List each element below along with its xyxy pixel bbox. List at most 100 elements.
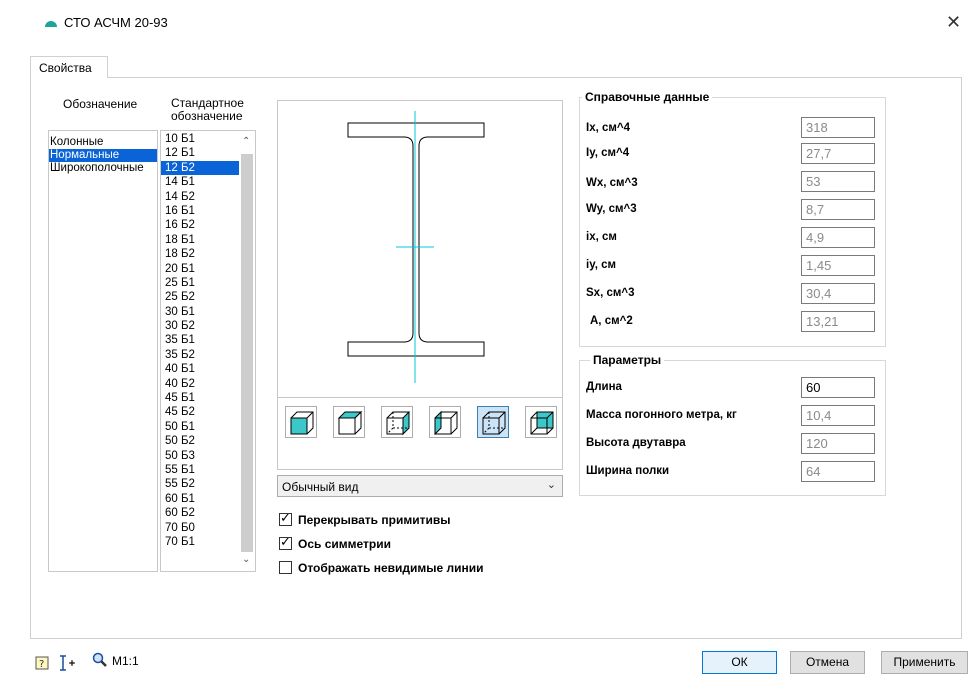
checkbox-label: Перекрывать примитивы bbox=[298, 513, 451, 527]
scroll-down-icon[interactable]: ⌄ bbox=[242, 554, 250, 565]
ref-label: Iy, см^4 bbox=[586, 147, 630, 159]
ref-label: Wy, см^3 bbox=[586, 203, 637, 215]
chevron-down-icon: ⌄ bbox=[546, 478, 556, 491]
param-label: Ширина полки bbox=[586, 465, 670, 477]
view-top-icon[interactable] bbox=[333, 406, 365, 438]
list-item[interactable]: 45 Б2 bbox=[161, 405, 239, 419]
ref-value-field: 13,21 bbox=[801, 311, 875, 332]
list-item[interactable]: 55 Б1 bbox=[161, 463, 239, 477]
ref-label: Wx, см^3 bbox=[586, 177, 638, 189]
list-item[interactable]: 50 Б2 bbox=[161, 434, 239, 448]
list-item[interactable]: 25 Б1 bbox=[161, 276, 239, 290]
list-item[interactable]: 18 Б1 bbox=[161, 233, 239, 247]
list-item[interactable]: 50 Б3 bbox=[161, 449, 239, 463]
list-item[interactable]: 16 Б2 bbox=[161, 218, 239, 232]
ref-label: iy, см bbox=[586, 259, 617, 271]
list-item[interactable]: 12 Б2 bbox=[161, 160, 239, 176]
symmetry-axis-checkbox[interactable]: ✓ Ось симметрии bbox=[279, 535, 391, 551]
cancel-button[interactable]: Отмена bbox=[790, 651, 865, 674]
list-item[interactable]: 20 Б1 bbox=[161, 262, 239, 276]
list-item[interactable]: 55 Б2 bbox=[161, 477, 239, 491]
zoom-icon[interactable] bbox=[92, 652, 108, 668]
list-item[interactable]: 35 Б2 bbox=[161, 348, 239, 362]
scroll-up-icon[interactable]: ⌃ bbox=[242, 136, 250, 147]
list-item[interactable]: 10 Б1 bbox=[161, 132, 239, 146]
list-item[interactable]: 40 Б2 bbox=[161, 377, 239, 391]
tab-label: Свойства bbox=[39, 61, 92, 75]
flange-width-field: 64 bbox=[801, 461, 875, 482]
mass-per-meter-field: 10,4 bbox=[801, 405, 875, 426]
list-item[interactable]: Широкополочные bbox=[49, 162, 157, 175]
param-label: Длина bbox=[586, 381, 622, 393]
list-item[interactable]: 30 Б2 bbox=[161, 319, 239, 333]
list-item[interactable]: 50 Б1 bbox=[161, 420, 239, 434]
beam-height-field: 120 bbox=[801, 433, 875, 454]
checkbox-box[interactable]: ✓ bbox=[279, 511, 292, 526]
ref-value-field: 27,7 bbox=[801, 143, 875, 164]
view-mode-value: Обычный вид bbox=[282, 480, 359, 494]
list-item[interactable]: 12 Б1 bbox=[161, 146, 239, 160]
param-label: Масса погонного метра, кг bbox=[586, 409, 737, 421]
apply-button[interactable]: Применить bbox=[881, 651, 968, 674]
list-item[interactable]: 16 Б1 bbox=[161, 204, 239, 218]
list-item[interactable]: 18 Б2 bbox=[161, 247, 239, 261]
list-item[interactable]: 40 Б1 bbox=[161, 362, 239, 376]
designation-header: Обозначение bbox=[63, 97, 138, 111]
reference-data-title: Справочные данные bbox=[582, 90, 713, 104]
scrollbar[interactable]: ⌃ ⌄ bbox=[238, 130, 255, 571]
ref-label: Sx, см^3 bbox=[586, 287, 635, 299]
ref-value-field: 4,9 bbox=[801, 227, 875, 248]
length-field[interactable]: 60 bbox=[801, 377, 875, 398]
checkbox-label: Отображать невидимые линии bbox=[298, 561, 484, 575]
checkbox-box[interactable] bbox=[279, 561, 292, 574]
list-item[interactable]: 25 Б2 bbox=[161, 290, 239, 304]
view-back-icon[interactable] bbox=[525, 406, 557, 438]
ref-value-field: 8,7 bbox=[801, 199, 875, 220]
help-icon[interactable]: ? bbox=[35, 656, 49, 670]
scroll-thumb[interactable] bbox=[241, 154, 253, 552]
profile-preview bbox=[277, 100, 563, 398]
list-item[interactable]: 30 Б1 bbox=[161, 305, 239, 319]
list-item[interactable]: 35 Б1 bbox=[161, 333, 239, 347]
i-beam-drawing bbox=[347, 111, 485, 383]
param-label: Высота двутавра bbox=[586, 437, 686, 449]
ref-value-field: 1,45 bbox=[801, 255, 875, 276]
check-icon: ✓ bbox=[280, 535, 291, 550]
ref-label: ix, см bbox=[586, 231, 617, 243]
list-item[interactable]: 14 Б1 bbox=[161, 175, 239, 189]
svg-text:?: ? bbox=[39, 659, 44, 670]
app-logo-icon bbox=[45, 21, 57, 27]
ok-button[interactable]: ОК bbox=[702, 651, 777, 674]
tab-properties[interactable]: Свойства bbox=[30, 56, 108, 78]
view-mode-select[interactable]: Обычный вид ⌄ bbox=[277, 475, 563, 497]
list-item[interactable]: 70 Б0 bbox=[161, 521, 239, 535]
window-title: СТО АСЧМ 20-93 bbox=[64, 15, 168, 30]
standard-header: Стандартное обозначение bbox=[171, 96, 244, 123]
hidden-lines-checkbox[interactable]: Отображать невидимые линии bbox=[279, 561, 484, 575]
list-item[interactable]: 60 Б1 bbox=[161, 492, 239, 506]
list-item[interactable]: 45 Б1 bbox=[161, 391, 239, 405]
ref-label: Ix, см^4 bbox=[586, 122, 630, 134]
list-item[interactable]: Нормальные bbox=[49, 149, 157, 162]
view-left-icon[interactable] bbox=[429, 406, 461, 438]
ref-value-field: 53 bbox=[801, 171, 875, 192]
list-item[interactable]: 70 Б1 bbox=[161, 535, 239, 549]
check-icon: ✓ bbox=[280, 511, 291, 526]
ref-label: A, см^2 bbox=[590, 315, 633, 327]
list-item[interactable]: Колонные bbox=[49, 136, 157, 149]
checkbox-box[interactable]: ✓ bbox=[279, 535, 292, 550]
overlap-primitives-checkbox[interactable]: ✓ Перекрывать примитивы bbox=[279, 511, 451, 527]
view-front-icon[interactable] bbox=[285, 406, 317, 438]
close-icon[interactable]: ✕ bbox=[946, 12, 961, 33]
standard-list[interactable]: 10 Б1 12 Б1 12 Б2 14 Б1 14 Б2 16 Б1 16 Б2 18 Б1… bbox=[160, 130, 256, 572]
designation-list[interactable]: Колонные Нормальные Широкополочные bbox=[48, 130, 158, 572]
list-item[interactable]: 14 Б2 bbox=[161, 190, 239, 204]
parameters-title: Параметры bbox=[590, 353, 665, 367]
view-iso-icon[interactable] bbox=[477, 406, 509, 438]
ref-value-field: 318 bbox=[801, 117, 875, 138]
scale-label[interactable]: M1:1 bbox=[112, 654, 139, 668]
insertion-point-icon[interactable] bbox=[57, 654, 77, 672]
list-item[interactable]: 60 Б2 bbox=[161, 506, 239, 520]
checkbox-label: Ось симметрии bbox=[298, 537, 391, 551]
view-right-icon[interactable] bbox=[381, 406, 413, 438]
